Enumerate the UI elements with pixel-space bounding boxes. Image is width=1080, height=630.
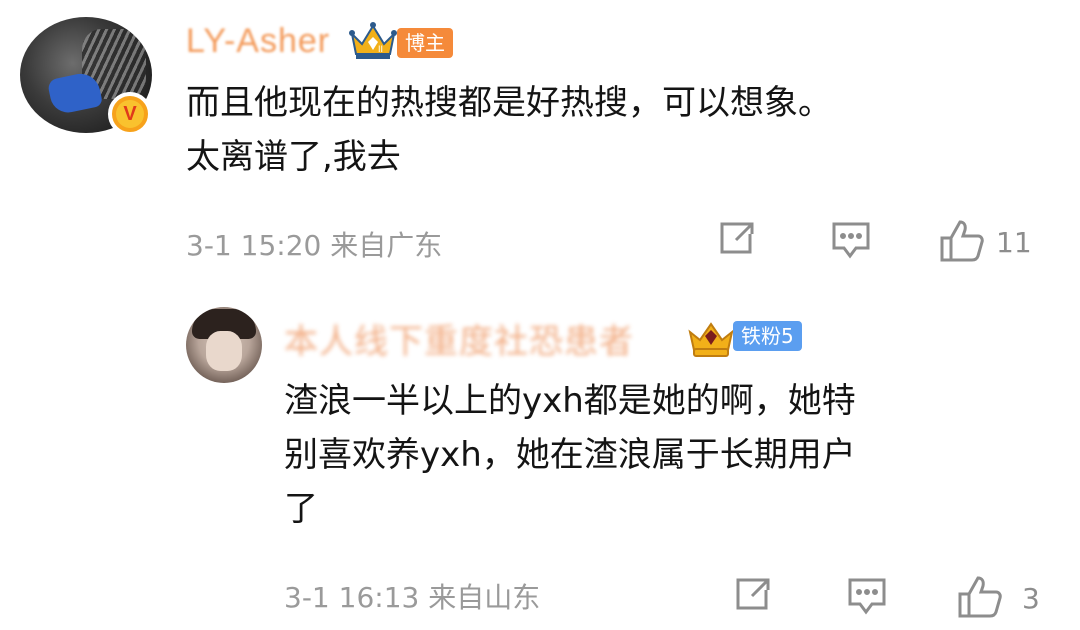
fan-badge: 铁粉5	[733, 321, 802, 351]
reply-item: 本人线下重度社恐患者 铁粉5 渣浪一半以上的yxh都是她的啊，她特 别喜欢养yx…	[0, 290, 1080, 630]
like-icon[interactable]	[956, 574, 1004, 620]
avatar[interactable]	[186, 307, 262, 383]
comment-text-line: 太离谱了,我去	[186, 137, 401, 177]
comment-actions: 3	[728, 574, 1078, 624]
comment-text-line: 别喜欢养yxh，她在渣浪属于长期用户	[284, 435, 856, 475]
comment-text-line: 渣浪一半以上的yxh都是她的啊，她特	[284, 381, 856, 421]
username[interactable]: 本人线下重度社恐患者	[284, 314, 634, 363]
comment-text-line: 了	[284, 489, 318, 529]
comment-meta: 3-1 15:20 来自广东	[186, 224, 442, 264]
comment-location: 来自山东	[428, 581, 541, 614]
svg-text:II: II	[378, 44, 383, 54]
comment-item: V LY-Asher II 博主 而且他现在的热搜都是好热搜，可以想象。 太离谱…	[0, 0, 1080, 290]
username[interactable]: LY-Asher	[186, 22, 330, 61]
comment-icon[interactable]	[830, 218, 872, 260]
blogger-badge: 博主	[397, 28, 453, 58]
comment-text-line: 而且他现在的热搜都是好热搜，可以想象。	[186, 83, 832, 123]
comment-icon[interactable]	[846, 574, 888, 616]
crown-icon: II	[349, 22, 397, 59]
comment-actions: 11	[712, 218, 1072, 268]
comment-meta: 3-1 16:13 来自山东	[284, 576, 540, 616]
share-icon[interactable]	[716, 218, 756, 258]
like-count: 11	[996, 226, 1032, 259]
comment-text: 渣浪一半以上的yxh都是她的啊，她特 别喜欢养yxh，她在渣浪属于长期用户 了	[284, 374, 1044, 536]
like-count: 3	[1022, 582, 1040, 615]
comment-time: 3-1 16:13	[284, 581, 420, 614]
comment-location: 来自广东	[330, 229, 443, 262]
comment-text: 而且他现在的热搜都是好热搜，可以想象。 太离谱了,我去	[186, 76, 1046, 184]
crown-icon	[688, 322, 734, 357]
comment-time: 3-1 15:20	[186, 229, 322, 262]
verified-badge-icon: V	[108, 92, 152, 136]
like-icon[interactable]	[938, 218, 986, 264]
share-icon[interactable]	[732, 574, 772, 614]
